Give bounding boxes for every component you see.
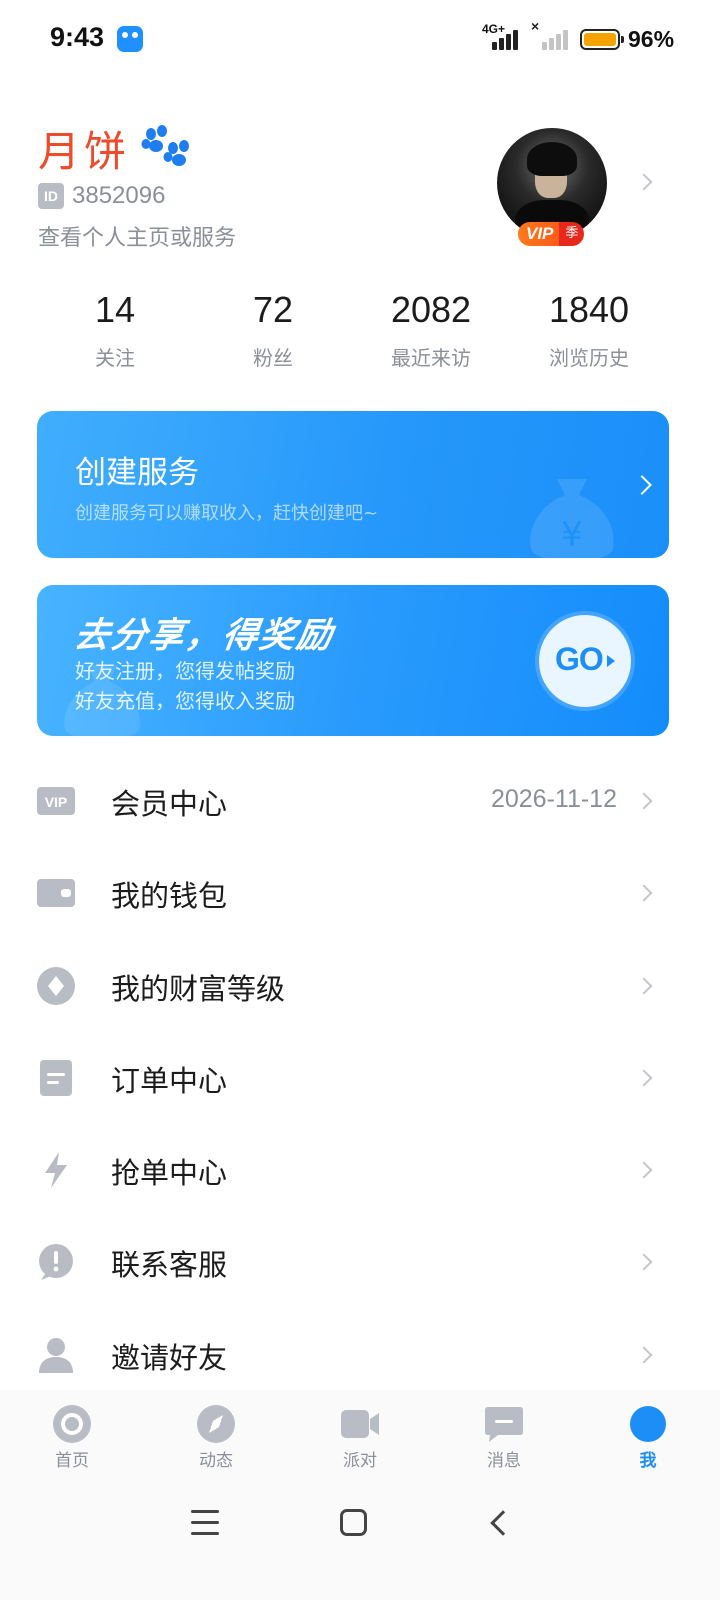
service-subtitle: 创建服务可以赚取收入，赶快创建吧~ (75, 503, 379, 524)
me-icon (630, 1406, 666, 1442)
chevron-right-icon (635, 1069, 653, 1087)
vip-expiry-date: 2026-11-12 (490, 785, 617, 813)
app-notification-icon (117, 26, 143, 52)
vip-icon: VIP (37, 787, 75, 815)
share-reward-card[interactable]: 去分享，得奖励 好友注册，您得发帖奖励 好友充值，您得收入奖励 GO (37, 585, 669, 736)
chevron-right-icon (635, 1346, 653, 1364)
tab-label: 动态 (199, 1451, 233, 1471)
tab-feed[interactable]: 动态 (144, 1390, 288, 1476)
menu-label: 我的钱包 (111, 879, 228, 914)
menu-item-vip-center[interactable]: VIP 会员中心 2026-11-12 (0, 755, 720, 847)
tab-party[interactable]: 派对 (288, 1390, 432, 1476)
money-bag-icon: ¥ (530, 479, 614, 558)
back-icon[interactable] (490, 1510, 516, 1536)
signal-strength-2-icon (534, 28, 570, 50)
paw-icon (141, 125, 189, 166)
stat-value: 14 (94, 289, 136, 330)
menu-item-order-center[interactable]: 订单中心 (0, 1032, 720, 1124)
menu-label: 联系客服 (111, 1248, 228, 1283)
play-arrow-icon (607, 655, 615, 667)
tab-label: 消息 (487, 1451, 521, 1471)
stats-row: 14 关注 72 粉丝 2082 最近来访 1840 浏览历史 (36, 288, 668, 378)
stat-fans[interactable]: 72 粉丝 (194, 288, 352, 378)
stat-label: 最近来访 (391, 346, 471, 370)
chevron-right-icon (635, 884, 653, 902)
stat-label: 浏览历史 (549, 346, 629, 370)
nickname[interactable]: 月饼 (38, 118, 130, 179)
tab-messages[interactable]: 消息 (432, 1390, 576, 1476)
svg-text:¥: ¥ (561, 515, 583, 555)
battery-percent: 96% (628, 26, 675, 52)
tab-home[interactable]: 首页 (0, 1390, 144, 1476)
stat-label: 关注 (95, 346, 135, 370)
recent-apps-icon[interactable] (191, 1510, 219, 1536)
chevron-right-icon[interactable] (635, 173, 653, 191)
home-icon (53, 1405, 91, 1443)
menu-item-wallet[interactable]: 我的钱包 (0, 847, 720, 939)
menu-item-customer-service[interactable]: 联系客服 (0, 1216, 720, 1308)
vip-season-badge: VIP 季 (518, 222, 585, 246)
person-icon (39, 1337, 73, 1373)
stat-following[interactable]: 14 关注 (36, 288, 194, 378)
tab-label: 我 (639, 1451, 657, 1471)
menu-label: 我的财富等级 (111, 971, 286, 1006)
menu-label: 会员中心 (111, 787, 228, 821)
compass-icon (197, 1405, 235, 1443)
menu-label: 订单中心 (111, 1063, 228, 1098)
home-button-icon[interactable] (340, 1509, 367, 1536)
stat-value: 1840 (548, 289, 630, 330)
view-profile-link[interactable]: 查看个人主页或服务 (38, 220, 236, 252)
document-icon (40, 1059, 72, 1096)
diamond-icon (37, 966, 75, 1005)
service-title: 创建服务 (75, 455, 199, 491)
signal-strength-icon (484, 28, 520, 50)
system-navigation-bar (0, 1476, 720, 1600)
stat-history[interactable]: 1840 浏览历史 (510, 288, 668, 378)
svg-text:VIP: VIP (45, 794, 68, 810)
message-icon (485, 1407, 523, 1442)
profile-page: 9:43 4G+ × 96% 月饼 ID 3852096 查看个人主页或服务 V… (0, 0, 720, 1600)
share-title: 去分享，得奖励 (71, 616, 337, 656)
menu-item-invite-friends[interactable]: 邀请好友 (0, 1309, 720, 1401)
chevron-right-icon (632, 475, 652, 495)
exclamation-icon (39, 1244, 73, 1281)
chevron-right-icon (635, 792, 653, 810)
stat-value: 72 (252, 289, 294, 330)
lightning-icon (45, 1152, 67, 1189)
tab-label: 首页 (55, 1451, 89, 1471)
stat-recent-visitors[interactable]: 2082 最近来访 (352, 288, 510, 378)
go-button[interactable]: GO (539, 615, 631, 707)
video-icon (341, 1410, 379, 1438)
bottom-tab-bar: 首页 动态 派对 消息 我 (0, 1390, 720, 1476)
menu-list: VIP 会员中心 2026-11-12 我的钱包 我的财富等级 订单中心 抢单中… (0, 755, 720, 1401)
chevron-right-icon (635, 1161, 653, 1179)
user-id: 3852096 (72, 182, 166, 209)
status-bar: 9:43 4G+ × 96% (0, 0, 720, 80)
menu-label: 邀请好友 (111, 1340, 228, 1375)
go-label: GO (555, 641, 604, 677)
tab-me[interactable]: 我 (576, 1390, 720, 1476)
stat-label: 粉丝 (253, 346, 293, 370)
wallet-icon (37, 879, 75, 908)
share-desc-line: 好友注册，您得发帖奖励 (75, 659, 295, 683)
create-service-card[interactable]: ¥ 创建服务 创建服务可以赚取收入，赶快创建吧~ (37, 411, 669, 558)
menu-label: 抢单中心 (111, 1156, 228, 1191)
chevron-right-icon (635, 977, 653, 995)
battery-icon (580, 29, 624, 50)
menu-item-wealth-level[interactable]: 我的财富等级 (0, 940, 720, 1032)
share-desc-line: 好友充值，您得收入奖励 (75, 689, 295, 713)
chevron-right-icon (635, 1253, 653, 1271)
menu-item-grab-orders[interactable]: 抢单中心 (0, 1124, 720, 1216)
status-time: 9:43 (50, 22, 105, 52)
stat-value: 2082 (390, 289, 472, 330)
id-badge-icon: ID (38, 183, 64, 209)
tab-label: 派对 (343, 1451, 377, 1471)
